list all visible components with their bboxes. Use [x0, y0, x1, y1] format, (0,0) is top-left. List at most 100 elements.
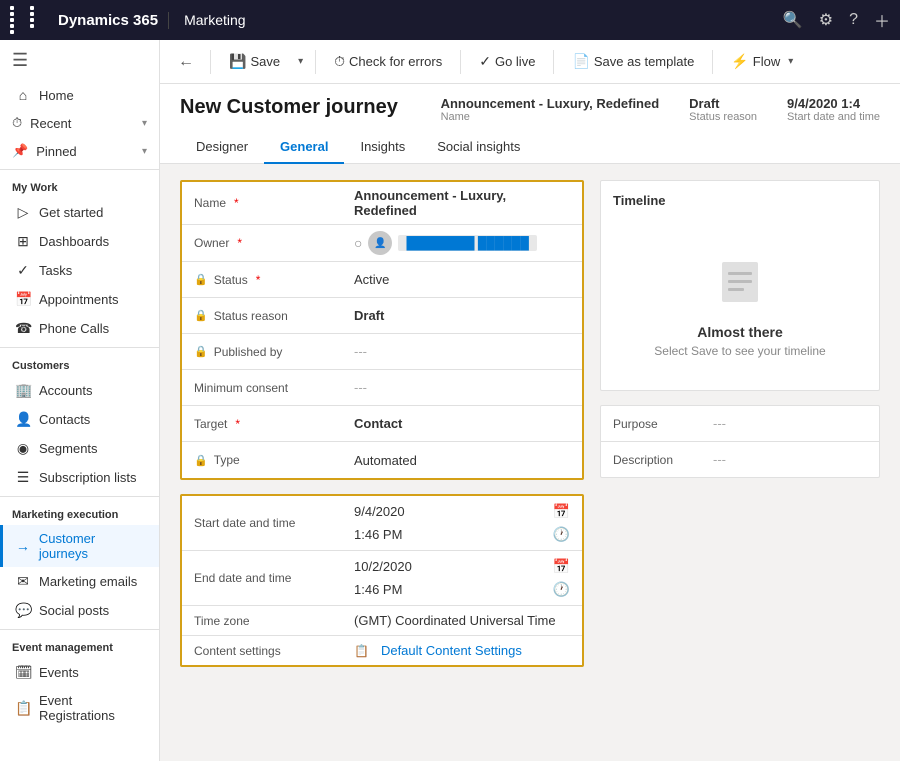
sidebar-item-segments[interactable]: ◉ Segments: [0, 434, 159, 463]
end-time-clock-icon[interactable]: 🕐: [553, 581, 570, 598]
subscription-icon: ☰: [15, 469, 31, 486]
form-row-status-reason: 🔒 Status reason Draft: [182, 298, 582, 334]
published-by-label-text: Published by: [214, 345, 283, 359]
app-grid-icon[interactable]: [10, 6, 48, 34]
status-required: *: [256, 273, 261, 287]
meta-status: Draft Status reason: [689, 96, 757, 123]
save-dropdown-icon[interactable]: ▾: [294, 51, 307, 72]
toolbar: ← 💾 Save ▾ ⏱ Check for errors ✓ Go live …: [160, 40, 900, 84]
check-errors-button[interactable]: ⏱ Check for errors: [324, 48, 452, 75]
sidebar-section-customers: Customers: [0, 352, 159, 376]
save-button[interactable]: 💾 Save: [219, 48, 290, 75]
recent-icon: ⏱: [12, 115, 22, 131]
settings-icon[interactable]: ⚙: [819, 10, 833, 30]
sidebar-events-label: Events: [39, 665, 79, 680]
target-label-text: Target: [194, 417, 227, 431]
end-date-val[interactable]: 10/2/2020: [354, 559, 545, 574]
description-value[interactable]: ---: [713, 452, 726, 467]
sidebar-section-events: Event management: [0, 634, 159, 658]
end-date-inputs: 10/2/2020 📅 1:46 PM 🕐: [354, 555, 570, 601]
type-label-text: Type: [214, 453, 240, 467]
sidebar-toggle[interactable]: ☰: [0, 40, 159, 81]
form-row-minimum-consent: Minimum consent ---: [182, 370, 582, 406]
type-value[interactable]: Automated: [354, 453, 570, 468]
search-icon[interactable]: 🔍: [783, 10, 803, 30]
help-icon[interactable]: ?: [849, 11, 858, 29]
owner-required: *: [237, 236, 242, 250]
minimum-consent-label-text: Minimum consent: [194, 381, 288, 395]
minimum-consent-label: Minimum consent: [194, 381, 354, 395]
sidebar-recent-group[interactable]: ⏱ Recent ▾: [0, 109, 159, 137]
sidebar-item-accounts[interactable]: 🏢 Accounts: [0, 376, 159, 405]
timezone-val[interactable]: (GMT) Coordinated Universal Time: [354, 613, 570, 628]
purpose-panel: Purpose --- Description ---: [600, 405, 880, 478]
sidebar-item-get-started[interactable]: ▷ Get started: [0, 198, 159, 227]
timezone-label: Time zone: [194, 614, 354, 628]
purpose-value[interactable]: ---: [713, 416, 726, 431]
tab-general[interactable]: General: [264, 131, 344, 164]
owner-name-tag[interactable]: ████████ ██████: [398, 235, 536, 251]
sidebar-item-social-posts[interactable]: 💬 Social posts: [0, 596, 159, 625]
end-date-line: 10/2/2020 📅: [354, 555, 570, 578]
sidebar-item-events[interactable]: 🗓 Events: [0, 658, 159, 687]
form-row-content-settings: Content settings 📋 Default Content Setti…: [182, 636, 582, 665]
sidebar-divider-2: [0, 347, 159, 348]
sidebar-item-customer-journeys[interactable]: → Customer journeys: [0, 525, 159, 567]
go-live-button[interactable]: ✓ Go live: [469, 48, 545, 75]
sidebar-marketing-emails-label: Marketing emails: [39, 574, 137, 589]
toolbar-div-4: [553, 50, 554, 74]
sidebar-item-subscription-lists[interactable]: ☰ Subscription lists: [0, 463, 159, 492]
add-icon[interactable]: ＋: [874, 8, 890, 32]
description-row: Description ---: [601, 442, 879, 477]
flow-button[interactable]: ⚡ Flow ▾: [721, 46, 807, 77]
go-live-icon: ✓: [479, 53, 491, 70]
sidebar-item-event-registrations[interactable]: 📋 Event Registrations: [0, 687, 159, 729]
target-value[interactable]: Contact: [354, 416, 570, 431]
sidebar-pinned-group[interactable]: 📌 Pinned ▾: [0, 137, 159, 165]
end-date-calendar-icon[interactable]: 📅: [553, 558, 570, 575]
content-settings-val[interactable]: Default Content Settings: [381, 643, 570, 658]
sidebar-section-marketing: Marketing execution: [0, 501, 159, 525]
sidebar-customer-journeys-label: Customer journeys: [39, 531, 147, 561]
sidebar-item-appointments[interactable]: 📅 Appointments: [0, 285, 159, 314]
end-time-val[interactable]: 1:46 PM: [354, 582, 545, 597]
form-right: Timeline Almost there Select Save to see: [600, 180, 880, 745]
tab-designer[interactable]: Designer: [180, 131, 264, 164]
sidebar-item-home[interactable]: ⌂ Home: [0, 81, 159, 109]
sidebar-item-contacts[interactable]: 👤 Contacts: [0, 405, 159, 434]
start-time-val[interactable]: 1:46 PM: [354, 527, 545, 542]
save-icon: 💾: [229, 53, 246, 70]
minimum-consent-value[interactable]: ---: [354, 380, 570, 395]
sidebar-item-marketing-emails[interactable]: ✉ Marketing emails: [0, 567, 159, 596]
start-time-clock-icon[interactable]: 🕐: [553, 526, 570, 543]
tab-insights[interactable]: Insights: [344, 131, 421, 164]
form-left: Name * Announcement - Luxury, Redefined …: [180, 180, 584, 745]
check-errors-label: Check for errors: [349, 54, 442, 69]
owner-person-icon: ○: [354, 235, 362, 251]
start-date-val[interactable]: 9/4/2020: [354, 504, 545, 519]
back-button[interactable]: ←: [170, 49, 202, 75]
sidebar-item-phone-calls[interactable]: ☎ Phone Calls: [0, 314, 159, 343]
status-reason-lock: 🔒: [194, 309, 208, 322]
name-value[interactable]: Announcement - Luxury, Redefined: [354, 188, 570, 218]
toolbar-div-3: [460, 50, 461, 74]
form-section-main: Name * Announcement - Luxury, Redefined …: [180, 180, 584, 480]
status-value[interactable]: Active: [354, 272, 570, 287]
sidebar-item-dashboards[interactable]: ⊞ Dashboards: [0, 227, 159, 256]
sidebar-recent-label: Recent: [30, 116, 71, 131]
meta-date-label: Start date and time: [787, 111, 880, 123]
sidebar-divider-3: [0, 496, 159, 497]
status-label-text: Status: [214, 273, 248, 287]
tab-social-insights[interactable]: Social insights: [421, 131, 536, 164]
save-label: Save: [250, 54, 280, 69]
form-row-owner: Owner * ○ 👤 ████████ ██████: [182, 225, 582, 262]
save-template-button[interactable]: 📄 Save as template: [562, 48, 704, 75]
start-time-line: 1:46 PM 🕐: [354, 523, 570, 546]
sidebar-item-tasks[interactable]: ✓ Tasks: [0, 256, 159, 285]
form-row-published-by: 🔒 Published by ---: [182, 334, 582, 370]
brand-title[interactable]: Dynamics 365: [58, 12, 169, 29]
status-lock-icon: 🔒: [194, 273, 208, 286]
start-date-calendar-icon[interactable]: 📅: [553, 503, 570, 520]
published-by-value: ---: [354, 344, 570, 359]
status-reason-value[interactable]: Draft: [354, 308, 570, 323]
